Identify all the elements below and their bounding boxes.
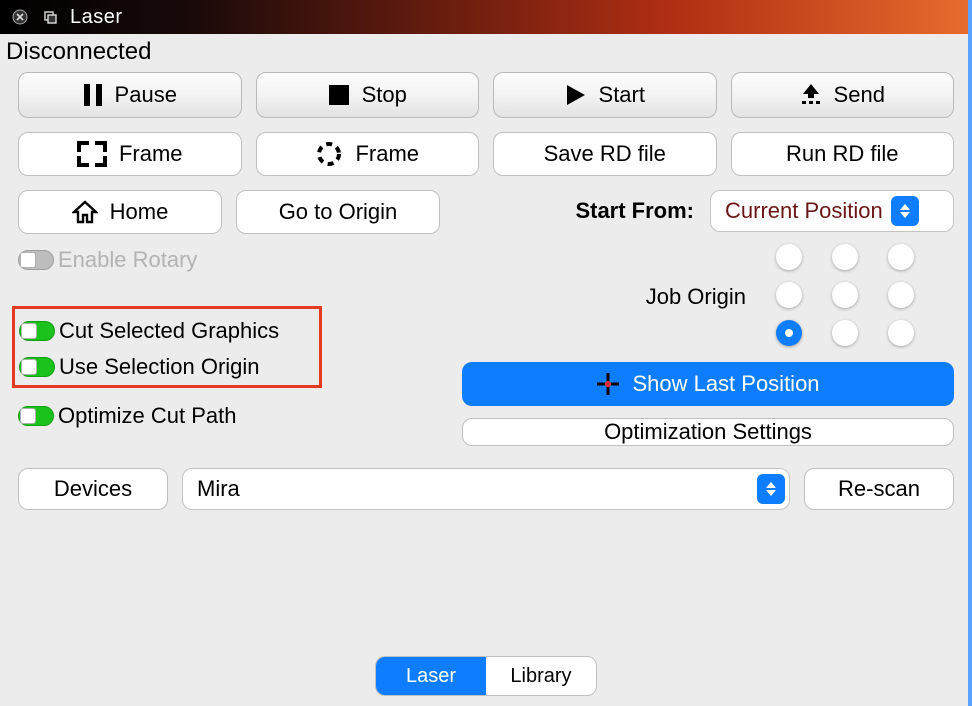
use-selection-origin-toggle[interactable]	[19, 357, 55, 377]
job-origin-radio-4[interactable]	[832, 282, 858, 308]
selection-options-highlight: Cut Selected Graphics Use Selection Orig…	[12, 306, 322, 388]
tab-library[interactable]: Library	[486, 657, 596, 695]
cut-selected-label: Cut Selected Graphics	[59, 318, 279, 344]
show-last-position-label: Show Last Position	[632, 371, 819, 397]
optimization-settings-button[interactable]: Optimization Settings	[462, 418, 954, 446]
home-button[interactable]: Home	[18, 190, 222, 234]
tab-laser-label: Laser	[406, 665, 456, 688]
play-icon	[565, 83, 587, 107]
frame-rect-label: Frame	[119, 141, 183, 167]
cut-selected-row: Cut Selected Graphics	[19, 317, 313, 345]
job-origin-radio-0[interactable]	[776, 244, 802, 270]
right-column: Start From: Current Position Job Origin	[462, 190, 954, 446]
select-stepper-icon	[891, 196, 919, 226]
devices-row: Devices Mira Re-scan	[18, 468, 954, 510]
job-origin-radio-2[interactable]	[888, 244, 914, 270]
bottom-tabs: Laser Library	[375, 656, 597, 696]
job-origin-radio-8[interactable]	[888, 320, 914, 346]
enable-rotary-label: Enable Rotary	[58, 247, 197, 273]
cut-selected-toggle[interactable]	[19, 321, 55, 341]
job-origin-radio-1[interactable]	[832, 244, 858, 270]
devices-button[interactable]: Devices	[18, 468, 168, 510]
pause-label: Pause	[115, 82, 177, 108]
close-window-button[interactable]	[10, 7, 30, 27]
go-to-origin-label: Go to Origin	[279, 199, 398, 225]
rescan-button[interactable]: Re-scan	[804, 468, 954, 510]
frame-rect-button[interactable]: Frame	[18, 132, 242, 176]
optimize-cut-path-row: Optimize Cut Path	[18, 402, 448, 430]
show-last-position-button[interactable]: Show Last Position	[462, 362, 954, 406]
run-rd-button[interactable]: Run RD file	[731, 132, 955, 176]
rescan-label: Re-scan	[838, 476, 920, 502]
job-origin-label: Job Origin	[646, 284, 746, 310]
enable-rotary-row: Enable Rotary	[18, 246, 448, 274]
home-icon	[72, 200, 98, 224]
close-icon	[12, 9, 28, 25]
send-icon	[800, 82, 822, 108]
save-rd-label: Save RD file	[544, 141, 666, 167]
start-from-select[interactable]: Current Position	[710, 190, 954, 232]
stop-button[interactable]: Stop	[256, 72, 480, 118]
enable-rotary-toggle[interactable]	[18, 250, 54, 270]
use-selection-origin-label: Use Selection Origin	[59, 354, 260, 380]
start-from-label: Start From:	[575, 198, 694, 224]
frame-rect-icon	[77, 141, 107, 167]
device-select[interactable]: Mira	[182, 468, 790, 510]
window-right-edge	[968, 0, 972, 706]
devices-button-label: Devices	[54, 476, 132, 502]
left-column: Home Go to Origin Enable Rotary Cut Sele…	[18, 190, 448, 430]
run-rd-label: Run RD file	[786, 141, 898, 167]
window-title: Laser	[70, 6, 123, 29]
detach-icon	[42, 9, 58, 25]
crosshair-icon	[596, 372, 620, 396]
job-origin-radio-6[interactable]	[776, 320, 802, 346]
job-origin-radio-7[interactable]	[832, 320, 858, 346]
save-rd-button[interactable]: Save RD file	[493, 132, 717, 176]
frame-circle-icon	[315, 140, 343, 168]
frame-circle-button[interactable]: Frame	[256, 132, 480, 176]
pause-button[interactable]: Pause	[18, 72, 242, 118]
use-selection-origin-row: Use Selection Origin	[19, 353, 313, 381]
stop-label: Stop	[362, 82, 407, 108]
mid-section: Home Go to Origin Enable Rotary Cut Sele…	[18, 190, 954, 446]
frame-row: Frame Frame Save RD file Run RD file	[18, 132, 954, 176]
send-label: Send	[834, 82, 885, 108]
device-select-value: Mira	[197, 476, 240, 502]
optimize-cut-path-label: Optimize Cut Path	[58, 403, 237, 429]
stop-icon	[328, 84, 350, 106]
job-origin-row: Job Origin	[462, 244, 954, 350]
pause-icon	[83, 83, 103, 107]
go-to-origin-button[interactable]: Go to Origin	[236, 190, 440, 234]
start-label: Start	[599, 82, 645, 108]
frame-circle-label: Frame	[355, 141, 419, 167]
start-button[interactable]: Start	[493, 72, 717, 118]
start-from-row: Start From: Current Position	[462, 190, 954, 232]
job-origin-radio-3[interactable]	[776, 282, 802, 308]
optimize-cut-path-toggle[interactable]	[18, 406, 54, 426]
connection-status: Disconnected	[0, 34, 972, 68]
titlebar: Laser	[0, 0, 972, 34]
tab-library-label: Library	[510, 665, 571, 688]
start-from-value: Current Position	[725, 198, 883, 224]
home-label: Home	[110, 199, 169, 225]
job-origin-radio-5[interactable]	[888, 282, 914, 308]
tab-laser[interactable]: Laser	[376, 657, 486, 695]
job-origin-grid	[776, 244, 918, 350]
optimization-settings-label: Optimization Settings	[604, 419, 812, 445]
detach-window-button[interactable]	[40, 7, 60, 27]
main-action-row: Pause Stop Start Send	[18, 72, 954, 118]
laser-panel-window: Laser Disconnected Pause Stop	[0, 0, 972, 706]
send-button[interactable]: Send	[731, 72, 955, 118]
select-stepper-icon	[757, 474, 785, 504]
